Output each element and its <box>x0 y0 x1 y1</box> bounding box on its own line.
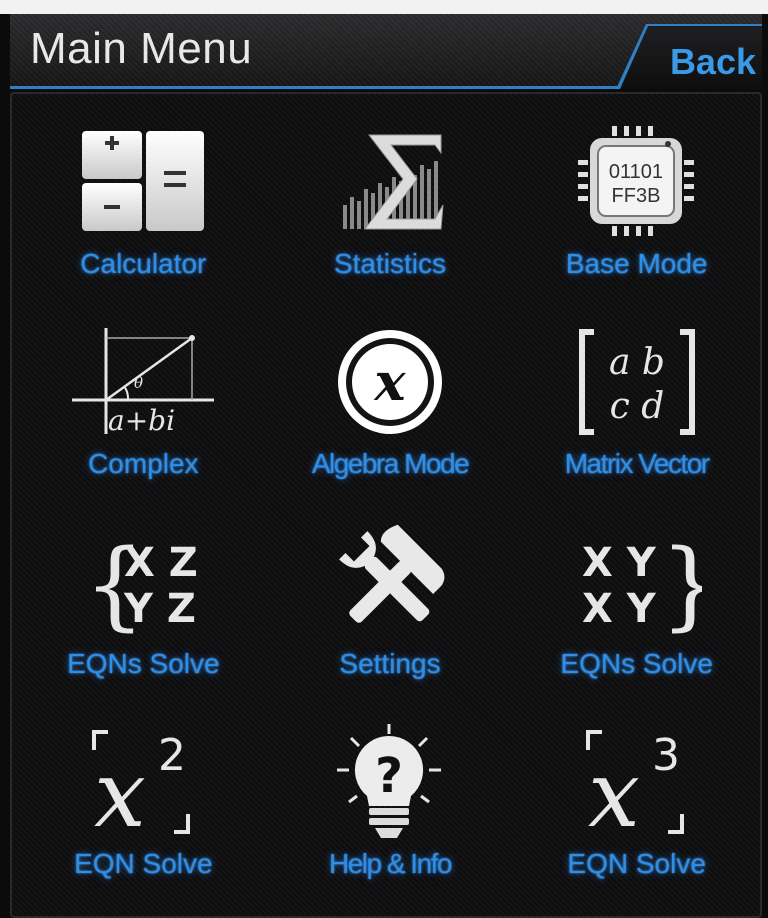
header-bar: Main Menu Back <box>10 14 762 89</box>
menu-item-algebra-mode[interactable]: x Algebra Mode <box>267 300 514 500</box>
menu-item-help-info[interactable]: ? Help & Info <box>267 700 514 900</box>
menu-item-label: EQN Solve <box>74 848 213 879</box>
question-mark: ? <box>375 748 403 804</box>
menu-item-eqns-solve-left[interactable]: { X Z Y Z EQNs Solve <box>20 500 267 700</box>
menu-item-label: Base Mode <box>565 248 708 279</box>
help-bulb-icon: ? <box>315 718 465 846</box>
menu-item-eqn-solve-cubic[interactable]: x 3 EQN Solve <box>513 700 760 900</box>
menu-item-settings[interactable]: Settings <box>267 500 514 700</box>
menu-item-complex[interactable]: θ a+bi Complex <box>20 300 267 500</box>
x-cubed-icon: x 3 <box>562 718 712 846</box>
menu-item-label: EQN Solve <box>567 848 706 879</box>
menu-item-label: EQNs Solve <box>67 648 220 679</box>
menu-item-label: EQNs Solve <box>560 648 713 679</box>
exponent: 2 <box>158 730 186 781</box>
menu-item-eqns-solve-right[interactable]: X Y X Y } EQNs Solve <box>513 500 760 700</box>
complex-expression: a+bi <box>108 404 175 437</box>
chip-text-1: 01101 <box>609 161 663 183</box>
equation-system-left-icon: { X Z Y Z <box>68 518 218 646</box>
menu-item-label: Statistics <box>333 248 446 279</box>
svg-text:}: } <box>660 529 702 641</box>
exponent: 3 <box>652 730 680 781</box>
base-symbol: x <box>94 741 146 842</box>
base-symbol: x <box>588 741 640 842</box>
matrix-row-1: a b <box>609 342 665 383</box>
back-button-label[interactable]: Back <box>670 41 756 83</box>
x-symbol: x <box>373 352 406 413</box>
x-squared-icon: x 2 <box>68 718 218 846</box>
chip-text-2: FF3B <box>611 185 660 207</box>
menu-item-statistics[interactable]: Statistics <box>267 100 514 300</box>
page-title: Main Menu <box>30 24 253 73</box>
menu-item-label: Calculator <box>80 248 207 279</box>
menu-item-calculator[interactable]: Calculator <box>20 100 267 300</box>
menu-item-matrix-vector[interactable]: a b c d Matrix Vector <box>513 300 760 500</box>
calculator-icon <box>68 118 218 246</box>
complex-plane-icon: θ a+bi <box>68 318 218 446</box>
top-strip <box>0 0 768 14</box>
matrix-row-2: c d <box>609 386 664 427</box>
menu-item-label: Settings <box>339 648 441 679</box>
equation-row-1: X Z <box>124 540 198 586</box>
sigma-chart-icon <box>315 118 465 246</box>
x-variable-icon: x <box>315 318 465 446</box>
menu-item-eqn-solve-quadratic[interactable]: x 2 EQN Solve <box>20 700 267 900</box>
menu-item-base-mode[interactable]: 01101 FF3B Base Mode <box>513 100 760 300</box>
menu-item-label: Help & Info <box>328 848 453 879</box>
equation-row-2: X Y <box>582 586 657 632</box>
equation-system-right-icon: X Y X Y } <box>562 518 712 646</box>
menu-item-label: Algebra Mode <box>311 448 470 479</box>
matrix-icon: a b c d <box>562 318 712 446</box>
menu-item-label: Complex <box>88 448 199 479</box>
menu-grid: Calculator Statistics 01101 FF3B Base Mo… <box>20 100 760 900</box>
theta-symbol: θ <box>134 374 143 392</box>
equation-row-1: X Y <box>582 540 657 586</box>
chip-icon: 01101 FF3B <box>562 118 712 246</box>
tools-icon <box>315 518 465 646</box>
menu-item-label: Matrix Vector <box>564 448 710 479</box>
equation-row-2: Y Z <box>123 586 196 632</box>
